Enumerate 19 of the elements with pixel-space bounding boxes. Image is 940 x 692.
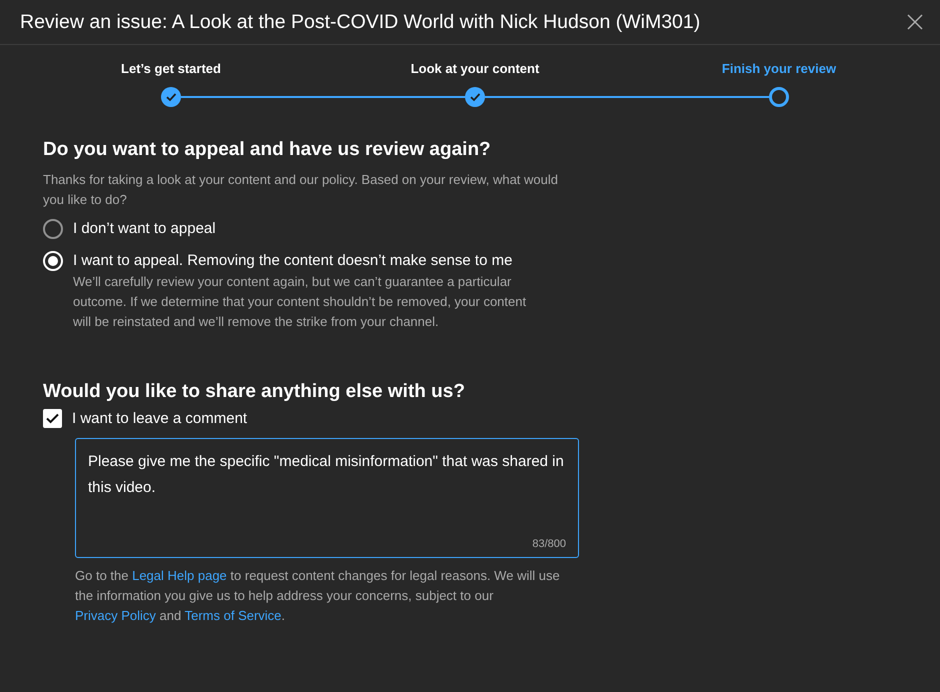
section-heading: Do you want to appeal and have us review again? bbox=[43, 139, 492, 161]
close-icon bbox=[906, 13, 924, 31]
option-description: We’ll carefully review your content again, but we can’t guarantee a particular outcome. If we determine that your content shouldn’t be removed, your content will be reinstated and we’ll remove the strike from your channel. bbox=[73, 273, 528, 331]
checkbox-label[interactable]: I want to leave a comment bbox=[72, 410, 248, 427]
legal-notice: Go to the Legal Help page to request content changes for legal reasons. We will use the information you give us to help address your concerns, subject to our Privacy Policy and Terms of Service. bbox=[75, 567, 561, 625]
section-heading: Would you like to share anything else with us? bbox=[43, 381, 466, 403]
text-link[interactable]: Terms of Service bbox=[184, 608, 282, 623]
step-label: Finish your review bbox=[722, 61, 836, 78]
radio-button[interactable] bbox=[43, 219, 63, 239]
section-description: Thanks for taking a look at your content and our policy. Based on your review, what would you like to do? bbox=[43, 171, 559, 209]
character-counter: 83/800 bbox=[532, 538, 566, 550]
step-label: Look at your content bbox=[410, 61, 540, 78]
checkbox[interactable] bbox=[43, 409, 62, 428]
option-label[interactable]: I don’t want to appeal bbox=[73, 220, 216, 238]
step-label: Let’s get started bbox=[121, 61, 221, 78]
text-link[interactable]: Privacy Policy bbox=[75, 608, 156, 623]
dialog-title: Review an issue: A Look at the Post-COVID World with Nick Hudson (WiM301) bbox=[20, 10, 700, 34]
option-label[interactable]: I want to appeal. Removing the content doesn’t make sense to me bbox=[73, 252, 533, 270]
text-link[interactable]: Legal Help page bbox=[132, 568, 227, 583]
